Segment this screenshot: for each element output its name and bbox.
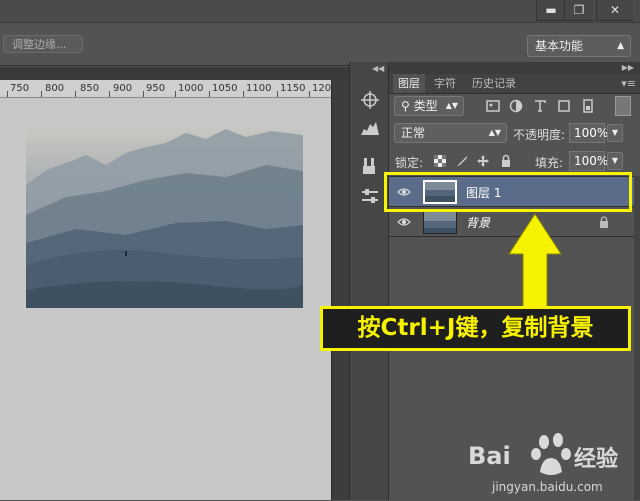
collapse-arrows-icon[interactable]: ▶▶ xyxy=(622,63,634,72)
panel-dock-strip: ◀◀ xyxy=(349,62,389,500)
restore-button[interactable]: ❐ xyxy=(564,0,593,21)
brush-tool-icon[interactable] xyxy=(360,156,380,176)
adjustment-filter-icon[interactable] xyxy=(509,99,523,113)
layers-scrollbar[interactable] xyxy=(634,176,640,500)
ruler-label: 1050 xyxy=(212,83,238,94)
lock-label: 锁定: xyxy=(395,156,424,170)
close-button[interactable]: ✕ xyxy=(596,0,633,21)
image-filter-icon[interactable] xyxy=(486,99,500,113)
tab-history[interactable]: 历史记录 xyxy=(467,74,521,93)
smart-object-filter-icon[interactable] xyxy=(581,99,595,113)
fill-label: 填充: xyxy=(535,156,564,170)
shape-filter-icon[interactable] xyxy=(557,99,571,113)
ruler-label: 900 xyxy=(113,83,133,94)
refine-edge-button[interactable]: 调整边缘... xyxy=(3,35,83,53)
opacity-dropdown-icon[interactable]: ▼ xyxy=(607,124,623,142)
ruler-label: 1100 xyxy=(246,83,272,94)
ruler-label: 750 xyxy=(10,83,30,94)
blend-mode-select[interactable]: 正常 ▲▼ xyxy=(394,123,507,143)
histogram-icon[interactable] xyxy=(360,118,380,138)
fill-dropdown-icon[interactable]: ▼ xyxy=(607,152,623,170)
svg-text:经验: 经验 xyxy=(574,446,618,472)
updown-arrow-icon: ▲▼ xyxy=(488,128,501,137)
highlight-box xyxy=(384,172,632,212)
instruction-callout: 按Ctrl+J键，复制背景 xyxy=(320,306,631,351)
navigator-icon[interactable] xyxy=(360,90,380,110)
ruler-label: 800 xyxy=(45,83,65,94)
layer-filter-select[interactable]: ⚲ 类型 ▲▼ xyxy=(394,96,464,116)
layer-name: 背景 xyxy=(466,216,491,230)
blend-mode-value: 正常 xyxy=(401,126,426,140)
lock-pixels-icon[interactable] xyxy=(455,154,469,168)
minimize-button[interactable]: ▬ xyxy=(536,0,565,21)
lock-transparent-icon[interactable] xyxy=(433,154,447,168)
ruler-label: 1200 xyxy=(312,83,331,94)
lock-all-icon[interactable] xyxy=(499,154,513,168)
tab-character[interactable]: 字符 xyxy=(429,74,461,93)
collapse-arrows-icon[interactable]: ◀◀ xyxy=(372,64,384,73)
panel-header: ▶▶ xyxy=(389,62,640,74)
watermark-url: jingyan.baidu.com xyxy=(492,480,603,494)
opacity-input[interactable]: 100% xyxy=(569,123,608,143)
svg-text:Bai: Bai xyxy=(468,442,511,470)
ruler-label: 1150 xyxy=(280,83,306,94)
lock-position-icon[interactable] xyxy=(476,154,490,168)
filter-kind-value: 类型 xyxy=(413,99,438,113)
updown-arrow-icon: ▲▼ xyxy=(445,101,458,110)
workspace-value: 基本功能 xyxy=(535,39,584,53)
panel-tabs: 图层 字符 历史记录 xyxy=(389,74,640,94)
fill-input[interactable]: 100% xyxy=(569,151,608,171)
panel-menu-icon[interactable]: ▾≡ xyxy=(621,77,636,90)
adjustments-icon[interactable] xyxy=(360,186,380,206)
type-filter-icon[interactable] xyxy=(533,99,547,113)
ruler-label: 850 xyxy=(80,83,100,94)
baidu-jingyan-watermark: Bai 经验 jingyan.baidu.com xyxy=(462,428,632,498)
horizontal-ruler[interactable]: 750 800 850 900 950 1000 1050 1100 1150 … xyxy=(0,80,331,98)
baidu-jingyan-logo: Bai 经验 xyxy=(468,433,618,475)
opacity-label: 不透明度: xyxy=(513,128,566,142)
landscape-photo xyxy=(26,125,303,308)
workspace-select[interactable]: 基本功能 ▲ xyxy=(527,35,631,57)
document-tab-strip xyxy=(0,67,349,80)
tab-layers[interactable]: 图层 xyxy=(393,74,425,93)
updown-arrow-icon: ▲ xyxy=(617,41,624,51)
layer-thumbnail xyxy=(423,210,457,234)
filter-toggle[interactable] xyxy=(615,96,631,116)
search-icon: ⚲ xyxy=(401,99,414,113)
vertical-scrollbar[interactable] xyxy=(331,80,349,500)
ruler-label: 1000 xyxy=(178,83,204,94)
ruler-label: 950 xyxy=(146,83,166,94)
up-arrow-icon xyxy=(508,213,562,308)
lock-icon xyxy=(600,216,608,228)
eye-icon[interactable] xyxy=(397,216,411,228)
